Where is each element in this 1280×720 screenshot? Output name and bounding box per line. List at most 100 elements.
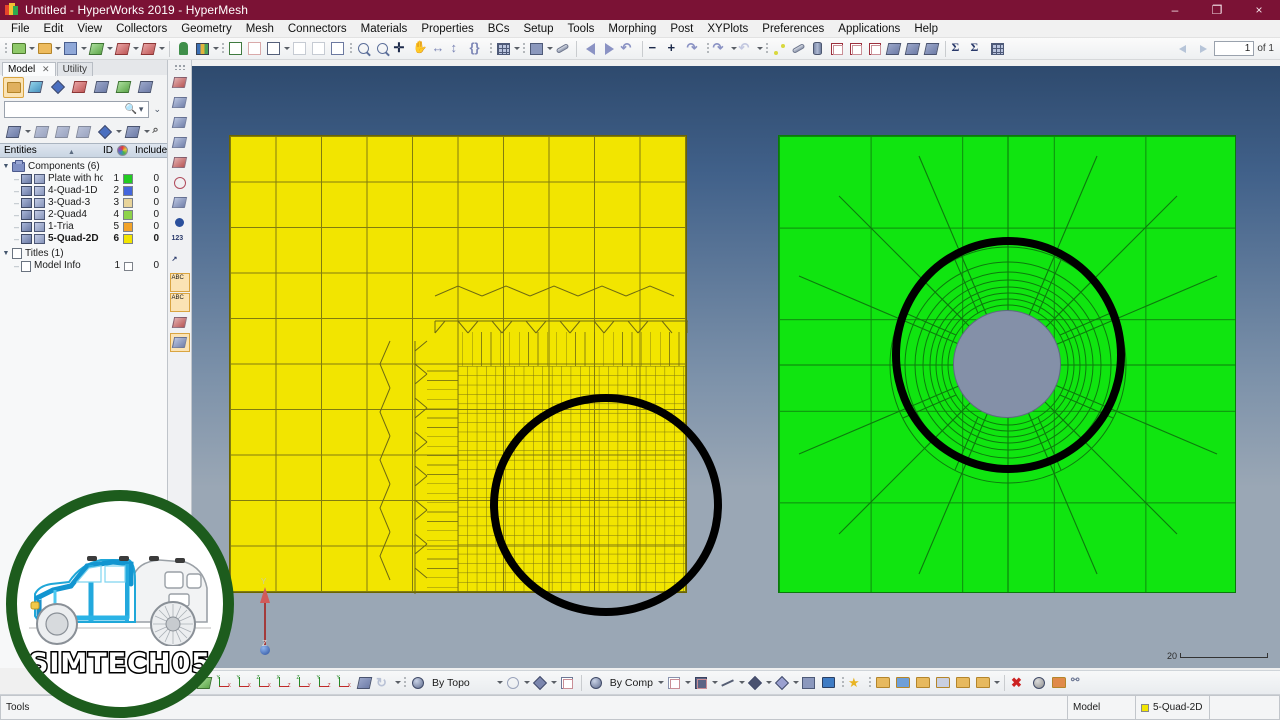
entity-state-browser-icon[interactable] <box>113 77 134 98</box>
color-swatch[interactable] <box>123 234 133 244</box>
menu-item-preferences[interactable]: Preferences <box>755 22 831 36</box>
measure-icon[interactable]: ↗ <box>170 253 190 272</box>
menu-item-xyplots[interactable]: XYPlots <box>700 22 755 36</box>
new-model-icon[interactable] <box>9 39 28 58</box>
menu-item-connectors[interactable]: Connectors <box>281 22 354 36</box>
yx-view-icon[interactable]: YX <box>234 673 254 693</box>
hex-mesh-icon[interactable] <box>865 39 884 58</box>
tab-model[interactable]: Model ✕ <box>2 62 56 76</box>
close-icon[interactable]: ✕ <box>42 64 50 74</box>
rotate-ccw-icon[interactable]: ↶ <box>737 39 756 58</box>
toolbar-grip-3[interactable] <box>349 41 352 57</box>
column-include[interactable]: Include <box>131 145 167 156</box>
tetra-mesh-icon[interactable] <box>846 39 865 58</box>
arrow-vertical-icon[interactable]: ↕ <box>449 39 468 58</box>
menu-item-file[interactable]: File <box>4 22 37 36</box>
mesh-controls-icon[interactable] <box>135 77 156 98</box>
rotate-cw-icon[interactable]: ↷ <box>711 39 730 58</box>
expand-toggle-icon[interactable]: ▼ <box>0 160 12 173</box>
tab-utility[interactable]: Utility <box>56 62 94 76</box>
wireframe-elements-dropdown-icon[interactable] <box>684 673 691 692</box>
rotate-right-icon[interactable]: ↷ <box>685 39 704 58</box>
toolbar-grip-2[interactable] <box>221 41 224 57</box>
search-icon[interactable]: 🔍 <box>124 104 136 115</box>
numbers-icon[interactable]: 123 <box>170 233 190 252</box>
mesh-check-icon[interactable] <box>170 153 190 172</box>
shaded-elements-dropdown-icon[interactable] <box>546 39 553 58</box>
two-window-icon[interactable] <box>290 39 309 58</box>
tree-item-2-quad4[interactable]: – 2-Quad4 4 0 <box>0 209 167 221</box>
color-wheel-icon[interactable] <box>113 145 131 156</box>
mask-elements-icon[interactable] <box>170 173 190 192</box>
component-display-icon[interactable] <box>21 186 32 196</box>
export-file-icon[interactable] <box>1049 673 1069 693</box>
element-3d-icon[interactable] <box>772 673 792 693</box>
open-model-dropdown-icon[interactable] <box>54 39 61 58</box>
shaded-mesh-dropdown-icon[interactable] <box>513 39 520 58</box>
component-mode-label[interactable]: By Comp <box>606 677 657 689</box>
arrow-left-icon[interactable] <box>1176 42 1192 56</box>
vector-plot-icon[interactable] <box>170 313 190 332</box>
expand-toggle-icon[interactable]: ▼ <box>0 247 12 260</box>
status-current-component[interactable]: 5-Quad-2D <box>1136 695 1210 720</box>
session-icon[interactable] <box>193 39 212 58</box>
rotate-cw-dropdown-icon[interactable] <box>730 39 737 58</box>
arrow-horizontal-icon[interactable]: ↔ <box>430 39 449 58</box>
menu-item-post[interactable]: Post <box>663 22 700 36</box>
wireframe-elements-icon[interactable] <box>664 673 684 693</box>
surface-wire-dropdown-icon[interactable] <box>523 673 530 692</box>
menu-item-materials[interactable]: Materials <box>354 22 415 36</box>
solid-map-icon[interactable] <box>827 39 846 58</box>
menu-item-setup[interactable]: Setup <box>516 22 560 36</box>
color-swatch[interactable] <box>123 222 133 232</box>
toolbar-grip-6[interactable] <box>706 41 709 57</box>
element-3d-dropdown-icon[interactable] <box>792 673 799 692</box>
menu-item-applications[interactable]: Applications <box>831 22 907 36</box>
shaded-elements-dropdown-icon-2[interactable] <box>711 673 718 692</box>
export-ppt-icon[interactable] <box>139 39 158 58</box>
color-swatch[interactable] <box>123 174 133 184</box>
summation-icon[interactable]: Σ <box>950 39 969 58</box>
node-edit-icon[interactable] <box>770 39 789 58</box>
component-display-icon[interactable] <box>21 234 32 244</box>
model-browser-icon[interactable] <box>3 76 24 98</box>
yz-view-icon[interactable]: YZ <box>314 673 334 693</box>
mesh-mirror-icon[interactable] <box>903 39 922 58</box>
menu-item-view[interactable]: View <box>70 22 109 36</box>
topology-display-icon[interactable] <box>408 673 428 693</box>
export-dropdown-icon[interactable] <box>132 39 139 58</box>
window-layout-dropdown-icon[interactable] <box>283 39 290 58</box>
menu-item-properties[interactable]: Properties <box>414 22 480 36</box>
four-window-icon[interactable] <box>309 39 328 58</box>
layers-icon[interactable] <box>1029 673 1049 693</box>
search-input[interactable]: 🔍 ▾ <box>4 101 150 118</box>
bottom-toolbar-grip-2[interactable] <box>841 675 844 691</box>
zx-view-icon[interactable]: ZX <box>254 673 274 693</box>
component-display-icon[interactable] <box>21 222 32 232</box>
menu-item-morphing[interactable]: Morphing <box>601 22 663 36</box>
shaded-elements-icon[interactable] <box>527 39 546 58</box>
zoom-in-icon[interactable] <box>354 39 373 58</box>
save-model-dropdown-icon[interactable] <box>80 39 87 58</box>
zoom-out-icon[interactable] <box>373 39 392 58</box>
node-id-icon[interactable] <box>170 213 190 232</box>
shaded-geometry-dropdown-icon[interactable] <box>115 122 122 141</box>
double-chevron-icon[interactable]: ⌄ <box>151 104 163 115</box>
vertical-toolbar-grip[interactable] <box>173 64 186 70</box>
tree-group-titles[interactable]: ▼ Titles (1) <box>0 247 167 260</box>
include-files-icon[interactable] <box>913 673 933 693</box>
save-model-icon[interactable] <box>61 39 80 58</box>
import-solver-deck-icon[interactable] <box>87 39 106 58</box>
mesh-split-icon[interactable] <box>884 39 903 58</box>
new-page-icon[interactable] <box>226 39 245 58</box>
element-1d-icon[interactable] <box>718 673 738 693</box>
rotate-ccw-dropdown-icon[interactable] <box>756 39 763 58</box>
export-arrow-dropdown-icon[interactable] <box>993 673 1000 692</box>
toolbar-grip-5[interactable] <box>522 41 525 57</box>
element-display-dropdown-icon[interactable] <box>143 122 150 141</box>
page-number-input[interactable]: 1 <box>1214 41 1255 56</box>
xz-view-icon[interactable]: XZ <box>274 673 294 693</box>
pan-icon[interactable]: ✋ <box>411 39 430 58</box>
component-mode-dropdown-icon[interactable] <box>657 673 664 692</box>
export-ppt-dropdown-icon[interactable] <box>158 39 165 58</box>
